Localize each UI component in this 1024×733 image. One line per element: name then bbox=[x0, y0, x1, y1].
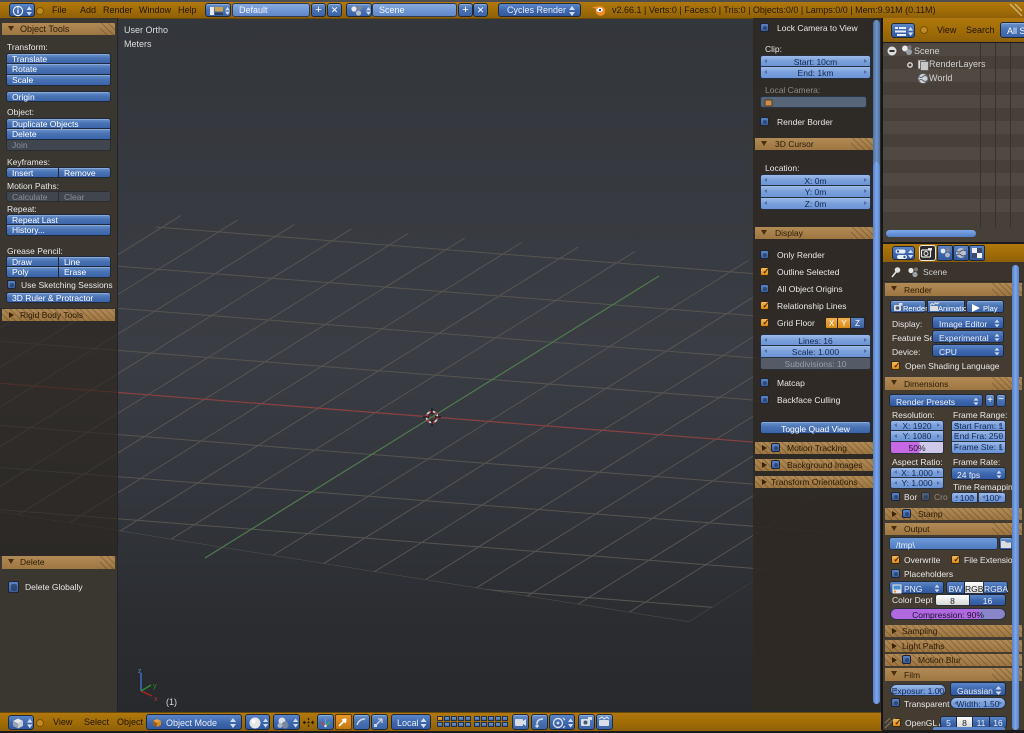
svg-text:x: x bbox=[154, 696, 158, 703]
svg-text:z: z bbox=[138, 668, 142, 675]
svg-text:y: y bbox=[153, 683, 157, 690]
